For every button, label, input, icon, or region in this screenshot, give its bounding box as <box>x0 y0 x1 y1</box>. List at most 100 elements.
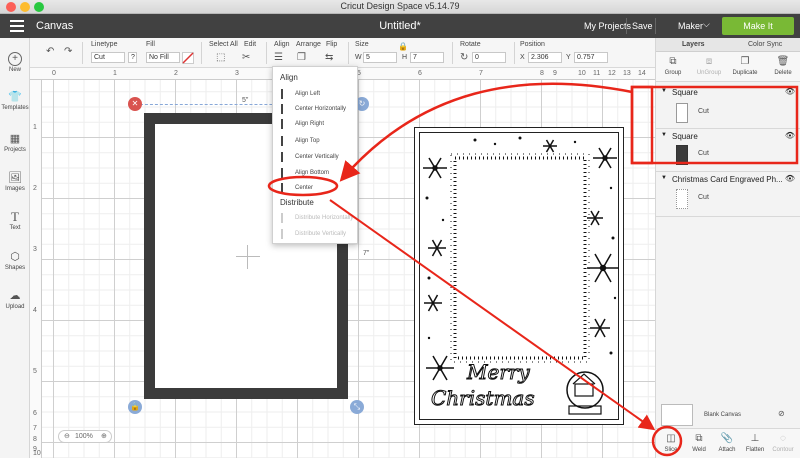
center-horizontally-option[interactable]: Center Horizontally <box>281 102 355 116</box>
align-bottom-option[interactable]: Align Bottom <box>281 166 355 180</box>
layer-item[interactable]: Cut <box>670 142 800 170</box>
layer-item[interactable]: Cut <box>670 100 800 128</box>
linetype-help-icon[interactable]: ? <box>128 52 137 63</box>
flatten-icon: ⊥ <box>750 433 760 444</box>
delete-button[interactable]: 🗑 Delete <box>766 56 800 76</box>
sidebar-item-label: Templates <box>1 105 29 111</box>
position-x-input[interactable]: 2.306 <box>528 52 562 63</box>
align-left-option[interactable]: Align Left <box>281 87 355 101</box>
rotate-icon[interactable]: ↻ <box>460 52 468 63</box>
linetype-label: Linetype <box>91 41 118 48</box>
align-top-option[interactable]: Align Top <box>281 134 355 148</box>
ruler-tick-label: 13 <box>623 70 631 77</box>
sidebar-item-label: Text <box>9 225 21 231</box>
tab-layers[interactable]: Layers <box>682 41 705 48</box>
center-crosshair <box>236 256 260 257</box>
ungroup-button[interactable]: ⧈ UnGroup <box>692 56 726 76</box>
undo-icon[interactable]: ↶ <box>46 46 54 57</box>
sidebar-item-projects[interactable]: ▦ Projects <box>0 132 30 153</box>
sidebar-item-templates[interactable]: 👕 Templates <box>0 90 30 111</box>
center-vertically-option[interactable]: Center Vertically <box>281 150 355 164</box>
layer-thumbnail <box>676 145 688 165</box>
slice-button[interactable]: ◫ Slice <box>657 433 685 453</box>
slice-icon: ◫ <box>666 433 676 444</box>
chevron-down-icon[interactable]: ▼ <box>661 88 667 94</box>
rotate-label: Rotate <box>460 41 481 48</box>
attach-button[interactable]: 📎 Attach <box>713 433 741 453</box>
flip-icon[interactable]: ⇆ <box>325 52 333 63</box>
save-button[interactable]: Save <box>632 21 653 31</box>
ruler-tick-label: 6 <box>418 70 422 77</box>
ruler-tick-label: 2 <box>33 185 37 192</box>
fill-color-swatch-icon[interactable] <box>182 52 194 64</box>
machine-selector[interactable]: Maker <box>678 21 703 31</box>
make-it-button[interactable]: Make It <box>722 17 794 35</box>
eye-icon[interactable]: 👁 <box>785 174 795 183</box>
layer-item[interactable]: Cut <box>670 186 800 214</box>
group-button[interactable]: ⧉ Group <box>656 56 690 76</box>
ruler-tick-label: 2 <box>174 70 178 77</box>
chevron-down-icon[interactable]: ▼ <box>661 175 667 181</box>
ruler-tick-label: 9 <box>553 70 557 77</box>
chevron-down-icon[interactable]: ⌵ <box>703 19 710 30</box>
width-dimension-label: 5" <box>242 97 249 104</box>
zoom-in-icon[interactable]: ⊕ <box>101 431 107 442</box>
resize-handle-icon[interactable]: ⤡ <box>350 400 364 414</box>
contour-button[interactable]: ◌ Contour <box>769 433 797 453</box>
sidebar-item-images[interactable]: 🖼 Images <box>0 171 30 192</box>
arrange-icon[interactable]: ❐ <box>297 52 306 63</box>
center-option[interactable]: Center <box>281 181 355 195</box>
zoom-value: 100% <box>75 433 93 440</box>
ruler-tick-label: 0 <box>52 70 56 77</box>
tab-color-sync[interactable]: Color Sync <box>748 41 782 48</box>
rotate-input[interactable]: 0 <box>472 52 506 63</box>
layer-header[interactable]: ▼ Square 👁 <box>656 86 800 100</box>
distribute-vertically-option[interactable]: Distribute Vertically <box>281 227 355 241</box>
left-sidebar: + New 👕 Templates ▦ Projects 🖼 Images T … <box>0 38 30 458</box>
flatten-button[interactable]: ⊥ Flatten <box>741 433 769 453</box>
christmas-card-image[interactable]: Merry Christmas <box>414 127 624 425</box>
sidebar-item-new[interactable]: + New <box>0 52 30 73</box>
ruler-vertical: 1 2 3 4 5 6 7 8 9 10 <box>30 80 42 458</box>
align-right-option[interactable]: Align Right <box>281 117 355 131</box>
my-projects-button[interactable]: My Projects <box>584 21 631 31</box>
group-icon: ⧉ <box>669 56 677 67</box>
ruler-tick-label: 7 <box>479 70 483 77</box>
chevron-down-icon[interactable]: ▼ <box>661 132 667 138</box>
trash-icon: 🗑 <box>776 56 790 67</box>
weld-button[interactable]: ⧉ Weld <box>685 433 713 453</box>
linetype-select[interactable]: Cut <box>91 52 125 63</box>
select-all-icon[interactable]: ⬚ <box>216 52 225 63</box>
align-top-icon <box>281 136 291 146</box>
eye-icon[interactable]: 👁 <box>785 131 795 140</box>
sidebar-item-shapes[interactable]: ⬡ Shapes <box>0 250 30 271</box>
height-input[interactable]: 7 <box>410 52 444 63</box>
plus-icon: + <box>8 52 22 66</box>
edit-toolbar: ↶ ↷ Linetype Cut ? Fill No Fill Select A… <box>0 38 655 68</box>
lock-handle-icon[interactable]: 🔒 <box>128 400 142 414</box>
toolbar-divider <box>452 42 453 64</box>
attach-icon: 📎 <box>720 433 734 444</box>
sidebar-item-upload[interactable]: ☁ Upload <box>0 289 30 310</box>
duplicate-button[interactable]: ❐ Duplicate <box>728 56 762 76</box>
distribute-horizontally-option[interactable]: Distribute Horizontally <box>281 211 355 225</box>
tshirt-icon: 👕 <box>8 91 22 103</box>
fill-select[interactable]: No Fill <box>146 52 180 63</box>
redo-icon[interactable]: ↷ <box>64 46 72 57</box>
position-y-input[interactable]: 0.757 <box>574 52 608 63</box>
delete-handle-icon[interactable]: ✕ <box>128 97 142 111</box>
eye-hidden-icon[interactable]: ⊘ <box>778 409 785 418</box>
lock-icon[interactable]: 🔒 <box>398 41 408 52</box>
sidebar-item-text[interactable]: T Text <box>0 210 30 232</box>
hamburger-menu-icon[interactable] <box>10 20 24 32</box>
align-icon[interactable]: ☰ <box>274 52 283 63</box>
zoom-out-icon[interactable]: ⊖ <box>64 431 70 442</box>
layer-divider <box>656 128 800 129</box>
blank-canvas-swatch[interactable] <box>661 404 693 426</box>
layer-header[interactable]: ▼ Christmas Card Engraved Ph... 👁 <box>656 173 800 187</box>
ruler-tick-label: 8 <box>540 70 544 77</box>
ruler-tick-label: 5 <box>33 368 37 375</box>
scissors-icon[interactable]: ✂ <box>242 52 250 63</box>
width-input[interactable]: 5 <box>363 52 397 63</box>
eye-icon[interactable]: 👁 <box>785 87 795 96</box>
